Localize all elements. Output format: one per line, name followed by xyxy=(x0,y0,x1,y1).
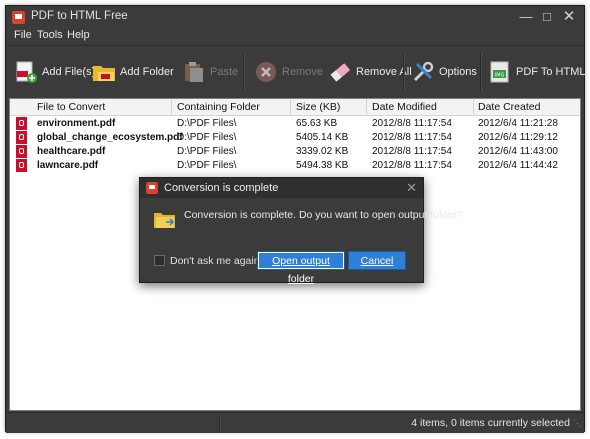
file-name: lawncare.pdf xyxy=(37,160,99,171)
svg-text:IMG: IMG xyxy=(495,73,505,79)
toolbar-divider xyxy=(403,52,405,92)
folder-icon xyxy=(154,211,176,228)
file-created: 2012/6/4 11:21:28 xyxy=(478,118,558,129)
column-header-modified[interactable]: Date Modified xyxy=(372,101,437,113)
app-logo-icon xyxy=(146,182,158,194)
table-row[interactable]: healthcare.pdf D:\PDF Files\ 3339.02 KB … xyxy=(10,145,580,159)
maximize-icon[interactable]: □ xyxy=(537,8,557,26)
app-logo-icon xyxy=(12,11,25,24)
pdf-file-icon xyxy=(16,159,27,172)
pdf-file-icon xyxy=(16,145,27,158)
menu-tools[interactable]: Tools xyxy=(37,29,63,41)
add-folder-button[interactable]: Add Folder xyxy=(92,52,174,92)
file-created: 2012/6/4 11:29:12 xyxy=(478,132,558,143)
menu-bar: File Tools Help xyxy=(6,28,584,44)
file-size: 5405.14 KB xyxy=(296,132,349,143)
toolbar: Add File(s) Add Folder Paste Remove Remo… xyxy=(6,45,585,98)
open-output-folder-button[interactable]: Open output folder xyxy=(257,251,345,285)
column-header-folder[interactable]: Containing Folder xyxy=(177,101,260,113)
file-list-header: File to Convert Containing Folder Size (… xyxy=(10,99,580,116)
status-bar: 4 items, 0 items currently selected ⋱ xyxy=(6,412,584,433)
remove-all-button[interactable]: Remove All xyxy=(328,52,412,92)
dont-ask-checkbox[interactable] xyxy=(154,255,165,266)
minimize-icon[interactable]: — xyxy=(516,8,536,26)
file-modified: 2012/8/8 11:17:54 xyxy=(372,146,452,157)
toolbar-divider xyxy=(243,52,245,92)
title-bar: PDF to HTML Free — □ ✕ xyxy=(6,6,584,28)
dialog-title-bar: Conversion is complete ✕ xyxy=(140,178,423,198)
column-header-created[interactable]: Date Created xyxy=(478,101,540,113)
toolbar-divider xyxy=(480,52,482,92)
eraser-icon xyxy=(328,60,352,84)
column-divider xyxy=(290,99,291,115)
paste-label: Paste xyxy=(210,66,239,78)
add-file-icon xyxy=(14,60,38,84)
file-folder: D:\PDF Files\ xyxy=(177,118,237,129)
file-name: global_change_ecosystem.pdf xyxy=(37,132,183,143)
file-name: healthcare.pdf xyxy=(37,146,106,157)
cancel-label: Cancel xyxy=(360,255,394,267)
table-row[interactable]: environment.pdf D:\PDF Files\ 65.63 KB 2… xyxy=(10,117,580,131)
remove-label: Remove xyxy=(282,66,323,78)
column-divider xyxy=(473,99,474,115)
file-size: 3339.02 KB xyxy=(296,146,349,157)
remove-button[interactable]: Remove xyxy=(254,52,323,92)
file-created: 2012/6/4 11:43:00 xyxy=(478,146,558,157)
cancel-button[interactable]: Cancel xyxy=(348,251,406,270)
paste-icon xyxy=(182,60,206,84)
file-folder: D:\PDF Files\ xyxy=(177,160,237,171)
file-folder: D:\PDF Files\ xyxy=(177,146,237,157)
window-title: PDF to HTML Free xyxy=(31,10,128,22)
file-name: environment.pdf xyxy=(37,118,116,129)
column-header-file[interactable]: File to Convert xyxy=(37,101,105,113)
file-modified: 2012/8/8 11:17:54 xyxy=(372,132,452,143)
table-row[interactable]: global_change_ecosystem.pdf D:\PDF Files… xyxy=(10,131,580,145)
column-divider xyxy=(171,99,172,115)
file-modified: 2012/8/8 11:17:54 xyxy=(372,160,452,171)
menu-help[interactable]: Help xyxy=(67,29,90,41)
file-modified: 2012/8/8 11:17:54 xyxy=(372,118,452,129)
pdf-to-html-button[interactable]: IMG PDF To HTML xyxy=(488,52,585,92)
remove-icon xyxy=(254,60,278,84)
dialog-title: Conversion is complete xyxy=(164,182,279,194)
close-icon[interactable]: ✕ xyxy=(559,8,579,26)
convert-icon: IMG xyxy=(488,60,512,84)
folder-icon xyxy=(92,60,116,84)
open-output-folder-label: Open output folder xyxy=(272,255,330,285)
file-size: 5494.38 KB xyxy=(296,160,349,171)
add-folder-label: Add Folder xyxy=(120,66,174,78)
menu-file[interactable]: File xyxy=(14,29,32,41)
dialog-close-icon[interactable]: ✕ xyxy=(406,180,417,196)
column-divider xyxy=(366,99,367,115)
pdf-file-icon xyxy=(16,131,27,144)
paste-button[interactable]: Paste xyxy=(182,52,238,92)
pdf-file-icon xyxy=(16,117,27,130)
conversion-complete-dialog: Conversion is complete ✕ Conversion is c… xyxy=(139,177,462,285)
pdf-to-html-label: PDF To HTML xyxy=(516,66,586,78)
options-button[interactable]: Options xyxy=(411,52,477,92)
table-row[interactable]: lawncare.pdf D:\PDF Files\ 5494.38 KB 20… xyxy=(10,159,580,173)
file-folder: D:\PDF Files\ xyxy=(177,132,237,143)
add-files-button[interactable]: Add File(s) xyxy=(14,52,95,92)
status-divider xyxy=(219,415,221,431)
status-text: 4 items, 0 items currently selected xyxy=(411,417,570,429)
resize-grip-icon[interactable]: ⋱ xyxy=(573,418,582,429)
dialog-message: Conversion is complete. Do you want to o… xyxy=(184,209,463,221)
dont-ask-label[interactable]: Don't ask me again xyxy=(170,255,260,267)
add-files-label: Add File(s) xyxy=(42,66,96,78)
options-label: Options xyxy=(439,66,477,78)
file-created: 2012/6/4 11:44:42 xyxy=(478,160,558,171)
file-size: 65.63 KB xyxy=(296,118,338,129)
tools-icon xyxy=(411,60,435,84)
column-header-size[interactable]: Size (KB) xyxy=(296,101,340,113)
